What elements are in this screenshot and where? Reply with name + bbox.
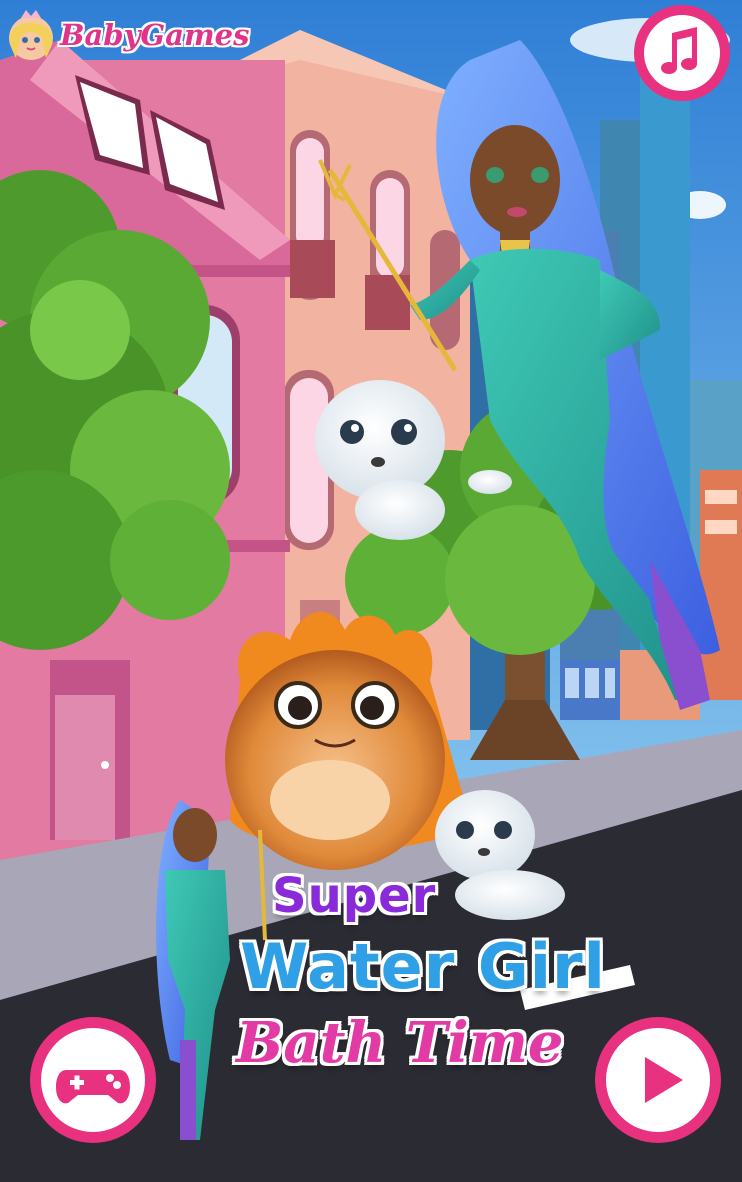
title-line-3: Bath Time [236,1010,564,1076]
logo-text: BabyGames [60,18,250,52]
princess-avatar-icon [9,10,53,60]
music-button[interactable] [632,3,732,103]
game-scene [0,0,742,1182]
title-line-2: Water Girl [240,930,606,1003]
babygames-logo[interactable]: BabyGames [6,8,249,62]
title-line-1: Super [272,868,437,924]
play-button[interactable] [593,1015,723,1145]
more-games-button[interactable] [28,1015,158,1145]
